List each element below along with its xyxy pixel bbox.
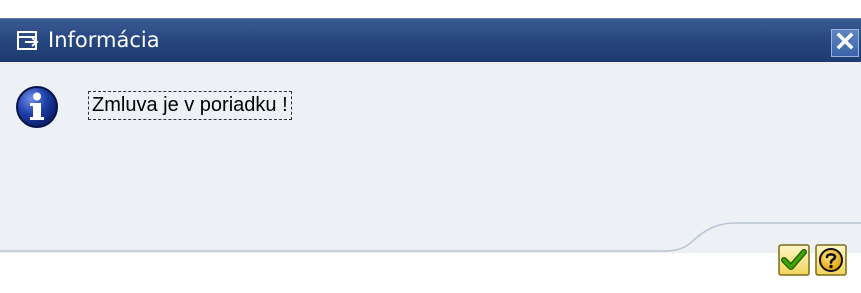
close-icon xyxy=(836,32,854,55)
confirm-button[interactable] xyxy=(778,244,810,276)
dialog-title: Informácia xyxy=(48,28,160,52)
help-icon xyxy=(819,248,843,272)
info-dialog: Informácia Zmluva je v poriadku ! xyxy=(0,0,861,293)
close-button[interactable] xyxy=(831,29,859,57)
info-icon xyxy=(14,84,60,130)
help-button[interactable] xyxy=(815,244,847,276)
message-text: Zmluva je v poriadku ! xyxy=(88,91,292,120)
titlebar: Informácia xyxy=(0,18,861,62)
window-icon xyxy=(16,29,42,53)
footer-panel xyxy=(0,218,861,252)
